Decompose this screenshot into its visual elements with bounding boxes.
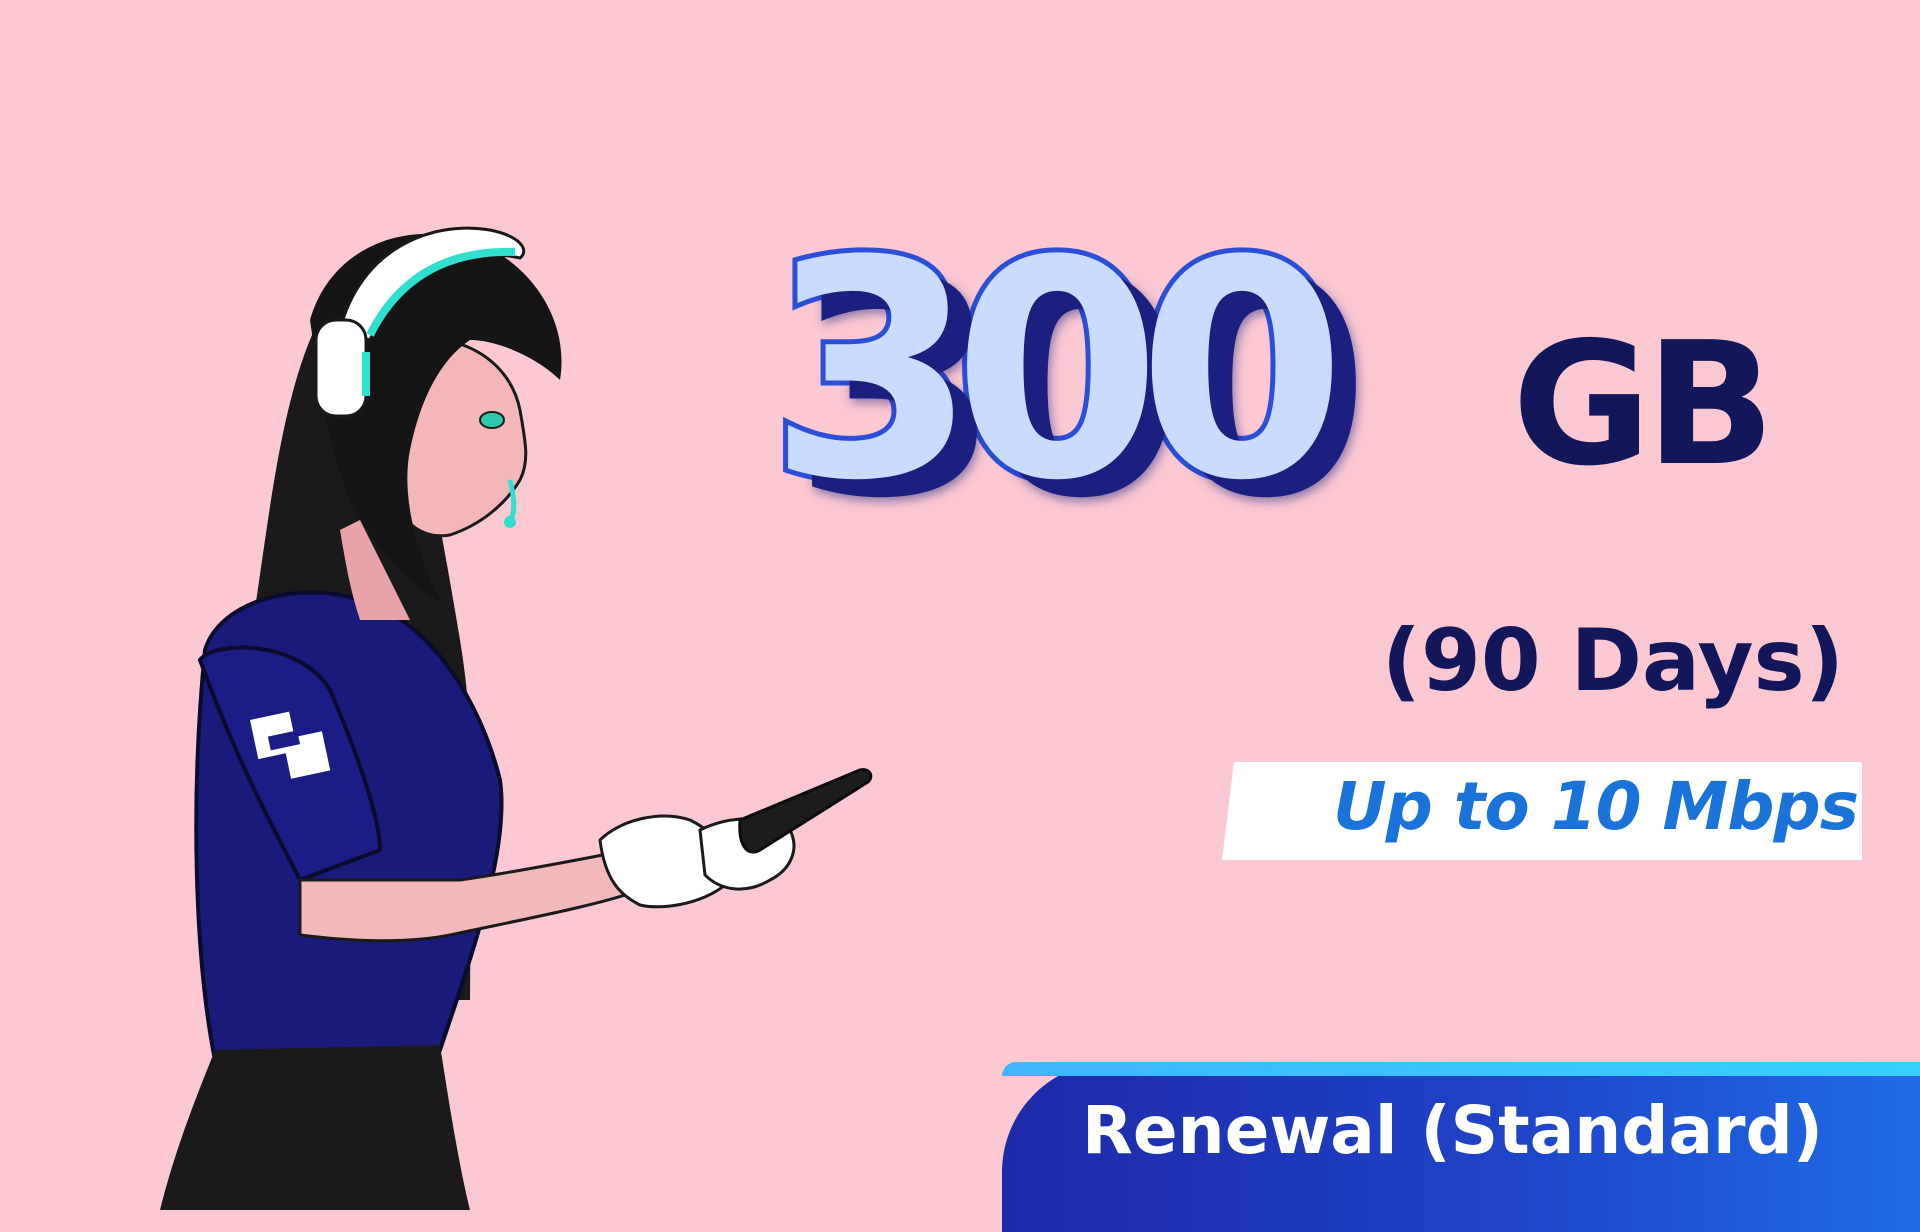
plan-type-label: Renewal (Standard) [1082,1092,1823,1169]
eye [479,411,505,429]
speed-label: Up to 10 Mbps [1333,768,1859,845]
data-amount: 300 [763,197,1351,546]
skirt [160,1045,470,1210]
smartphone-icon [738,768,873,854]
data-unit: GB [1512,306,1775,504]
support-agent-illustration [160,226,873,1210]
validity-duration: (90 Days) [1381,611,1844,711]
